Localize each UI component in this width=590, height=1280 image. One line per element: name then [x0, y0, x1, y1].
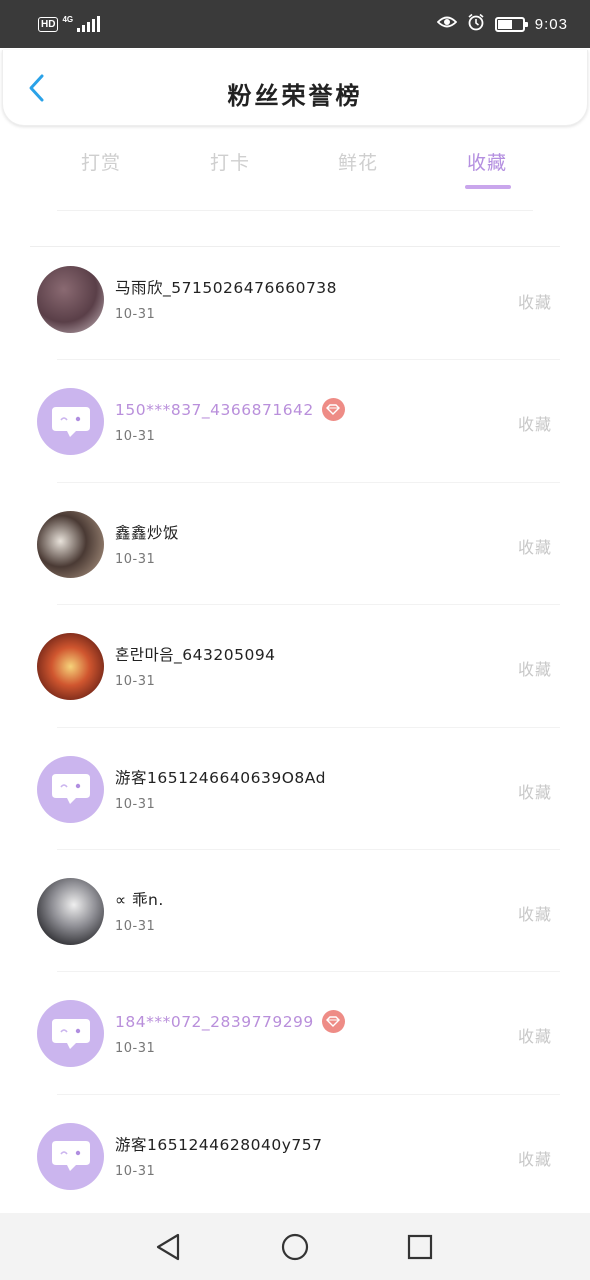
user-name: 150***837_4366871642	[115, 398, 345, 422]
user-name-text: 혼란마음_643205094	[115, 646, 276, 665]
avatar[interactable]	[37, 1000, 104, 1068]
user-name-text: 游客1651246640639O8Ad	[115, 768, 326, 787]
status-left: HD 4G	[38, 14, 101, 32]
avatar[interactable]	[37, 266, 104, 333]
item-date: 10-31	[115, 1041, 156, 1057]
vip-diamond-icon	[321, 1010, 345, 1034]
tab-favorites[interactable]: 收藏	[467, 148, 507, 175]
list-item[interactable]: ∝ 乖n. 10-31 收藏	[0, 850, 590, 973]
clock-time: 9:03	[534, 15, 568, 33]
user-name: 鑫鑫炒饭	[115, 521, 179, 543]
item-date: 10-31	[115, 918, 156, 934]
battery-icon	[494, 16, 528, 32]
list-item[interactable]: 游客1651244628040y757 10-31 收藏	[0, 1095, 590, 1217]
item-date: 10-31	[115, 307, 156, 322]
list-item[interactable]: 游客1651246640639O8Ad 10-31 收藏	[0, 728, 590, 850]
alarm-icon	[467, 13, 485, 36]
hd-indicator: HD	[38, 16, 59, 32]
status-bar: HD 4G 9:03	[0, 0, 590, 48]
fan-list: 马雨欣_5715026476660738 10-31 收藏 150***837_…	[0, 238, 590, 1217]
user-name: 혼란마음_643205094	[115, 643, 276, 665]
avatar[interactable]	[37, 877, 104, 945]
tab-reward[interactable]: 打赏	[81, 148, 121, 175]
signal-icon	[77, 16, 101, 32]
item-date: 10-31	[115, 429, 156, 445]
chat-bubble-icon	[51, 406, 90, 437]
status-right: 9:03	[436, 13, 568, 36]
list-item[interactable]: 혼란마음_643205094 10-31 收藏	[0, 605, 590, 728]
favorite-action-label: 收藏	[517, 537, 552, 557]
list-item[interactable]: 150***837_4366871642 10-31 收藏	[0, 360, 590, 483]
favorite-action-label: 收藏	[517, 415, 552, 435]
app-header: 粉丝荣誉榜	[2, 50, 588, 126]
item-date: 10-31	[115, 1163, 156, 1179]
favorite-action-label: 收藏	[517, 782, 552, 802]
recents-square-icon	[407, 1234, 433, 1260]
user-name: 184***072_2839779299	[115, 1010, 345, 1034]
user-name: 游客1651244628040y757	[115, 1133, 322, 1155]
active-tab-indicator	[465, 185, 511, 189]
network-type: 4G	[62, 14, 74, 24]
list-item[interactable]: 马雨欣_5715026476660738 10-31 收藏	[0, 238, 590, 361]
avatar[interactable]	[37, 633, 104, 701]
avatar[interactable]	[37, 1122, 104, 1190]
vip-diamond-icon	[321, 398, 345, 422]
user-name-text: 鑫鑫炒饭	[115, 523, 180, 542]
list-item[interactable]: 鑫鑫炒饭 10-31 收藏	[0, 483, 590, 606]
avatar[interactable]	[37, 510, 104, 578]
user-name-text: 184***072_2839779299	[115, 1012, 314, 1031]
tab-bar: 打赏 打卡 鲜花 收藏	[0, 140, 590, 196]
user-name-text: 游客1651244628040y757	[115, 1135, 323, 1154]
avatar[interactable]	[37, 388, 104, 456]
user-name-text: ∝ 乖n.	[115, 890, 164, 909]
item-date: 10-31	[115, 796, 156, 812]
user-name-text: 150***837_4366871642	[115, 400, 314, 419]
favorite-action-label: 收藏	[517, 293, 552, 312]
nav-back-button[interactable]	[152, 1231, 184, 1263]
divider	[57, 210, 533, 211]
nav-recents-button[interactable]	[404, 1231, 436, 1263]
list-item[interactable]: 184***072_2839779299 10-31 收藏	[0, 972, 590, 1095]
user-name: 游客1651246640639O8Ad	[115, 766, 326, 788]
back-triangle-icon	[156, 1233, 180, 1261]
home-circle-icon	[281, 1233, 309, 1261]
chat-bubble-icon	[51, 1141, 90, 1172]
item-date: 10-31	[115, 551, 156, 567]
tab-flowers[interactable]: 鲜花	[338, 148, 378, 175]
nav-home-button[interactable]	[279, 1231, 311, 1263]
favorite-action-label: 收藏	[517, 660, 552, 680]
item-date: 10-31	[115, 674, 156, 690]
user-name: ∝ 乖n.	[115, 888, 164, 910]
chat-bubble-icon	[51, 774, 90, 805]
system-nav-bar	[0, 1213, 590, 1280]
eye-comfort-icon	[436, 15, 458, 34]
favorite-action-label: 收藏	[517, 1027, 552, 1047]
chat-bubble-icon	[51, 1018, 90, 1049]
tab-checkin[interactable]: 打卡	[210, 148, 250, 175]
favorite-action-label: 收藏	[517, 904, 552, 924]
avatar[interactable]	[37, 755, 104, 823]
page-title: 粉丝荣誉榜	[227, 82, 363, 110]
user-name: 马雨欣_5715026476660738	[115, 276, 337, 298]
user-name-text: 马雨欣_5715026476660738	[115, 279, 338, 297]
favorite-action-label: 收藏	[517, 1149, 552, 1169]
